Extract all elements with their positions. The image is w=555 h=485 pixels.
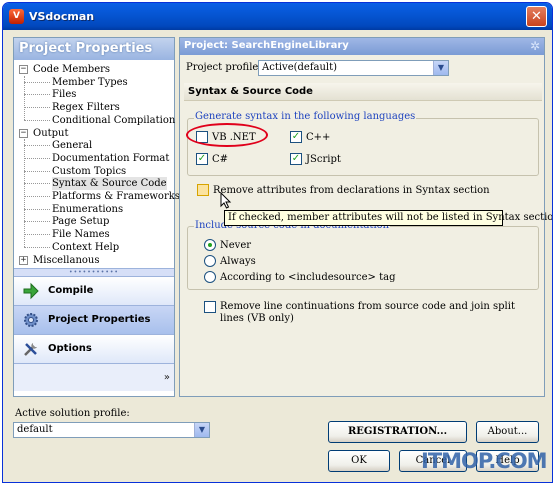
close-button[interactable]: ✕	[526, 6, 547, 27]
active-solution-profile-select[interactable]: default ▼	[13, 422, 210, 438]
tree-item[interactable]: Page Setup	[52, 215, 109, 228]
tree-item[interactable]: Member Types	[52, 76, 128, 89]
tree-expander-icon[interactable]: +	[19, 255, 28, 265]
radio-selected-dot	[208, 243, 212, 247]
annotation-highlight-ellipse	[186, 123, 268, 147]
tree-expander-icon[interactable]: −	[19, 65, 28, 74]
mouse-cursor-icon	[220, 192, 232, 209]
include-never-radio[interactable]	[204, 239, 216, 251]
tree-connector-line	[24, 94, 50, 96]
tree-connector-line	[24, 81, 50, 83]
tree-item[interactable]: Platforms & Frameworks	[52, 190, 180, 203]
about-button[interactable]: About...	[476, 421, 539, 443]
active-solution-profile-label: Active solution profile:	[15, 408, 130, 419]
vsdocman-window: V VSdocman ✕ Project Properties − Code Me…	[2, 2, 553, 483]
remove-continuations-checkbox[interactable]	[204, 301, 216, 313]
nav-compile-label: Compile	[48, 285, 94, 296]
tree-category[interactable]: Miscellanous	[33, 254, 99, 267]
include-always-radio[interactable]	[204, 255, 216, 267]
languages-legend: Generate syntax in the following languag…	[194, 111, 417, 122]
project-profile-value: Active(default)	[262, 62, 338, 73]
tree-item[interactable]: General	[52, 139, 92, 152]
tree-connector-line	[24, 119, 50, 121]
tree-category[interactable]: Code Members	[33, 63, 110, 76]
tree-item[interactable]: Documentation Format	[52, 152, 169, 165]
nav-options-button[interactable]: Options	[14, 334, 174, 363]
close-icon: ✕	[531, 9, 542, 24]
tree-connector-line	[24, 196, 50, 197]
check-icon: ✓	[291, 153, 301, 164]
project-header: Project: SearchEngineLibrary ✲	[180, 38, 544, 55]
cpp-label: C++	[306, 132, 331, 143]
nav-compile-button[interactable]: Compile	[14, 276, 174, 305]
remove-continuations-label: Remove line continuations from source co…	[220, 301, 515, 324]
tools-icon	[24, 343, 37, 356]
section-title: Syntax & Source Code	[184, 83, 542, 101]
tree-connector-line	[24, 145, 50, 147]
jscript-label: JScript	[306, 154, 341, 165]
tree-connector-line	[24, 246, 50, 248]
gear-icon	[24, 313, 38, 327]
settings-tree: − Code Members Member Types Files Regex Filt…	[14, 60, 180, 268]
vsdocman-app-icon: V	[9, 9, 24, 24]
tree-item[interactable]: Enumerations	[52, 203, 123, 216]
csharp-label: C#	[212, 154, 229, 165]
include-always-label: Always	[220, 256, 256, 267]
tree-connector-line	[24, 208, 50, 210]
tooltip: If checked, member attributes will not b…	[224, 210, 552, 226]
tree-item[interactable]: Context Help	[52, 241, 119, 254]
tree-connector-line	[24, 170, 50, 172]
remove-attributes-checkbox[interactable]	[197, 184, 209, 196]
cpp-checkbox[interactable]: ✓	[290, 131, 302, 143]
check-icon: ✓	[197, 153, 207, 164]
registration-button[interactable]: REGISTRATION...	[328, 421, 467, 443]
tree-connector-line	[24, 157, 50, 159]
tree-item[interactable]: Custom Topics	[52, 165, 126, 178]
tree-connector-line	[24, 221, 50, 223]
settings-gear-icon[interactable]: ✲	[530, 39, 540, 53]
tree-connector-line	[24, 75, 25, 121]
nav-options-label: Options	[48, 343, 92, 354]
include-never-label: Never	[220, 240, 252, 251]
tree-item[interactable]: Files	[52, 88, 76, 101]
tree-item[interactable]: Regex Filters	[52, 101, 120, 114]
chevron-down-icon: ▼	[433, 61, 448, 75]
title-bar[interactable]: V VSdocman ✕	[3, 3, 552, 30]
chevron-down-icon: ▼	[194, 423, 209, 437]
nav-overflow-bar: »	[14, 363, 174, 391]
remove-attributes-label: Remove attributes from declarations in S…	[213, 185, 490, 196]
nav-project-properties-label: Project Properties	[48, 314, 151, 325]
check-icon: ✓	[291, 131, 301, 142]
tree-connector-line	[24, 183, 50, 185]
tree-item[interactable]: Conditional Compilation	[52, 114, 175, 127]
tree-connector-line	[24, 234, 50, 236]
tree-connector-line	[24, 139, 25, 248]
tree-connector-line	[24, 107, 50, 109]
window-title: VSdocman	[29, 10, 95, 23]
compile-arrow-icon	[23, 282, 39, 300]
project-profile-select[interactable]: Active(default) ▼	[258, 60, 449, 76]
watermark: ITMOP.COM	[421, 449, 548, 473]
ok-button[interactable]: OK	[328, 450, 390, 472]
left-panel-header: Project Properties	[14, 38, 174, 60]
include-according-label: According to <includesource> tag	[220, 272, 396, 283]
include-according-radio[interactable]	[204, 271, 216, 283]
more-chevron-icon[interactable]: »	[164, 372, 170, 383]
panel-splitter-grip[interactable]: •••••••••••	[14, 268, 174, 276]
jscript-checkbox[interactable]: ✓	[290, 153, 302, 165]
nav-project-properties-button[interactable]: Project Properties	[14, 305, 174, 334]
csharp-checkbox[interactable]: ✓	[196, 153, 208, 165]
tree-category[interactable]: Output	[33, 127, 69, 140]
tree-item[interactable]: Syntax & Source Code	[52, 177, 167, 191]
active-solution-profile-value: default	[17, 424, 53, 435]
project-title: Project: SearchEngineLibrary	[184, 40, 349, 51]
project-profile-label: Project profile:	[186, 62, 262, 73]
settings-panel: Project: SearchEngineLibrary ✲ Project p…	[179, 37, 552, 397]
tree-expander-icon[interactable]: −	[19, 128, 28, 138]
left-navigation-panel: Project Properties − Code Members Member T…	[13, 37, 180, 397]
tree-item[interactable]: File Names	[52, 228, 110, 241]
